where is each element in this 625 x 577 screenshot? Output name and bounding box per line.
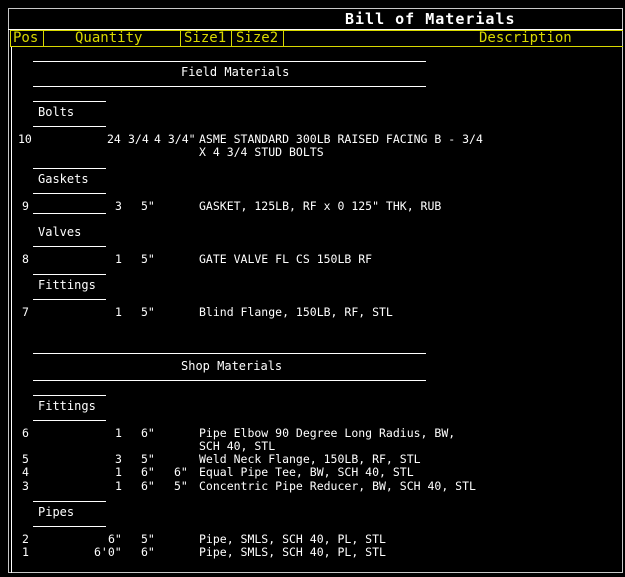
group-line [33, 299, 106, 300]
row-description: GASKET, 125LB, RF x 0 125" THK, RUB [199, 199, 442, 213]
row-pos: 3 [22, 479, 29, 493]
row-qty: 3 [115, 199, 122, 213]
row-size1: 5" [141, 252, 155, 266]
row-pos: 7 [22, 305, 29, 319]
group-fittings-shop: Fittings [38, 399, 96, 413]
group-line [33, 126, 106, 127]
col-divider-4 [283, 30, 284, 47]
section-line [33, 61, 426, 62]
row-description: Blind Flange, 150LB, RF, STL [199, 305, 393, 319]
section-field-materials: Field Materials [181, 65, 290, 79]
row-qty: 6'0" [94, 545, 122, 559]
group-pipes: Pipes [38, 505, 75, 519]
row-description: Equal Pipe Tee, BW, SCH 40, STL [199, 465, 414, 479]
row-qty: 1 [115, 426, 122, 440]
row-pos: 9 [22, 199, 29, 213]
row-qty: 24 [107, 132, 121, 146]
section-line [33, 353, 426, 354]
row-size2: 5" [174, 479, 188, 493]
row-size2: 6" [174, 465, 188, 479]
col-divider-3 [231, 30, 232, 47]
row-size1: 5" [141, 199, 155, 213]
col-header-size2[interactable]: Size2 [236, 30, 278, 46]
row-pos: 6 [22, 426, 29, 440]
group-gaskets: Gaskets [38, 172, 89, 186]
bom-table: Bill of Materials Pos Quantity Size1 Siz… [0, 0, 625, 577]
section-shop-materials: Shop Materials [181, 359, 283, 373]
row-qty: 1 [115, 305, 122, 319]
group-line [33, 526, 106, 527]
group-valves: Valves [38, 225, 82, 239]
row-pos: 8 [22, 252, 29, 266]
col-header-description[interactable]: Description [479, 30, 572, 46]
row-pos: 4 [22, 465, 29, 479]
header-bottom-line [10, 46, 623, 47]
row-qty: 1 [115, 252, 122, 266]
group-line [33, 395, 106, 396]
body-left-line [11, 47, 12, 573]
group-line [33, 213, 106, 214]
col-divider-0 [10, 30, 11, 47]
col-header-pos[interactable]: Pos [13, 30, 38, 46]
group-line [33, 168, 106, 169]
group-line [33, 420, 106, 421]
row-size1: 6" [141, 545, 155, 559]
row-size2: 4 3/4" [154, 132, 196, 146]
bom-title: Bill of Materials [345, 10, 516, 28]
row-description-cont: X 4 3/4 STUD BOLTS [199, 145, 324, 159]
row-qty: 1 [115, 465, 122, 479]
row-pos: 10 [18, 132, 32, 146]
row-size1: 6" [141, 479, 155, 493]
col-header-quantity[interactable]: Quantity [75, 30, 142, 46]
section-line [33, 380, 426, 381]
row-description: GATE VALVE FL CS 150LB RF [199, 252, 373, 266]
section-line [33, 86, 426, 87]
group-line [33, 193, 106, 194]
col-divider-2 [180, 30, 181, 47]
group-line [33, 274, 106, 275]
row-size1: 5" [141, 305, 155, 319]
group-line [33, 501, 106, 502]
group-line [33, 246, 106, 247]
row-size1: 3/4 [128, 132, 149, 146]
col-divider-1 [43, 30, 44, 47]
group-line [33, 101, 106, 102]
row-description: Concentric Pipe Reducer, BW, SCH 40, STL [199, 479, 476, 493]
row-qty: 1 [115, 479, 122, 493]
row-description: Pipe, SMLS, SCH 40, PL, STL [199, 545, 386, 559]
row-pos: 1 [22, 545, 29, 559]
row-size1: 6" [141, 426, 155, 440]
group-bolts: Bolts [38, 105, 75, 119]
group-fittings-field: Fittings [38, 278, 96, 292]
row-size1: 6" [141, 465, 155, 479]
col-header-size1[interactable]: Size1 [184, 30, 226, 46]
